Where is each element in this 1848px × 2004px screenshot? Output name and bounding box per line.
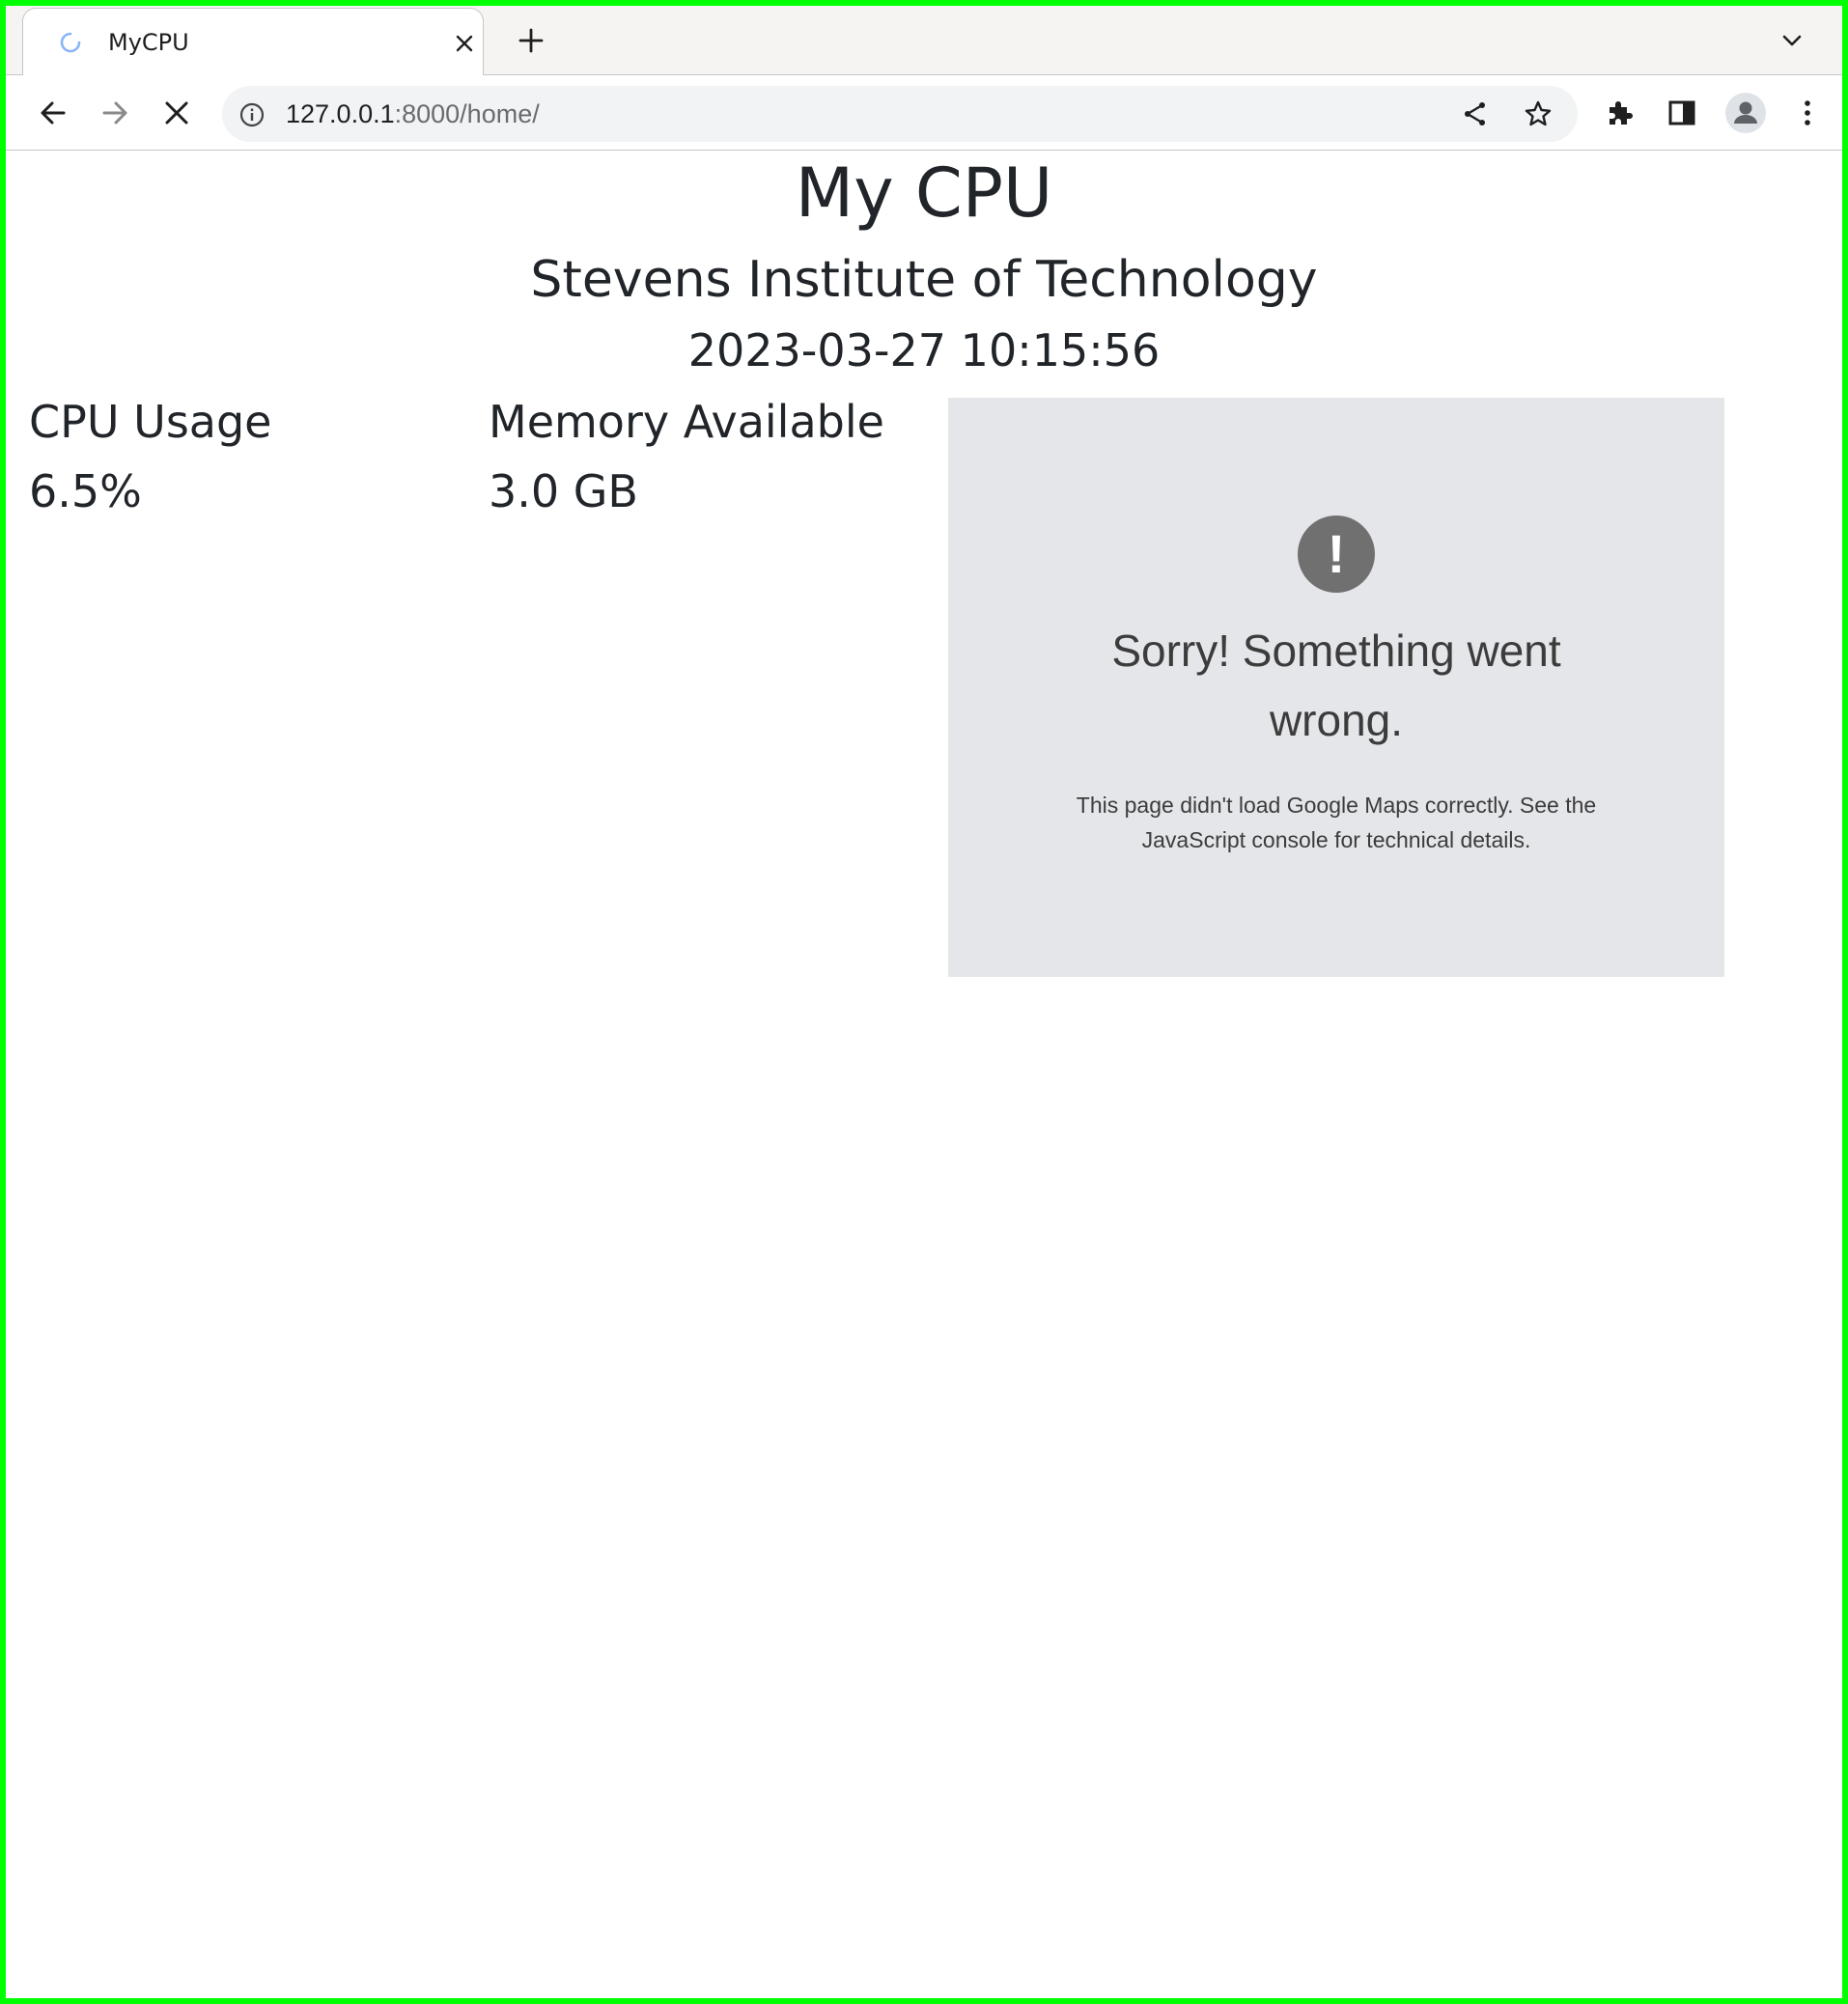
stop-loading-button[interactable] [159, 96, 194, 130]
page-subtitle: Stevens Institute of Technology [530, 251, 1318, 309]
browser-window: MyCPU 127.0.0.1:8000/home/ My CPU Steven… [0, 0, 1848, 2004]
map-error-detail: This page didn't load Google Maps correc… [1076, 793, 1597, 852]
back-button[interactable] [36, 96, 70, 130]
page-content: My CPU Stevens Institute of Technology 2… [6, 151, 1842, 1998]
url-path: :8000/home/ [394, 99, 540, 128]
browser-toolbar: 127.0.0.1:8000/home/ [6, 75, 1842, 151]
arrow-left-icon [41, 101, 66, 125]
side-panel-icon [1668, 100, 1695, 125]
google-map-container[interactable]: ! Sorry! Something went wrong. This page… [948, 398, 1724, 977]
memory-available-label: Memory Available [489, 396, 884, 448]
profile-button[interactable] [1724, 92, 1767, 134]
url-text[interactable]: 127.0.0.1:8000/home/ [286, 98, 540, 129]
page-timestamp: 2023-03-27 10:15:56 [687, 324, 1161, 376]
loading-spinner-icon [60, 32, 81, 53]
tab-close-icon[interactable] [453, 32, 476, 55]
info-icon[interactable] [239, 102, 265, 127]
tab-search-chevron-down-icon[interactable] [1780, 31, 1804, 50]
exclamation-icon: ! [1298, 515, 1375, 593]
share-icon[interactable] [1462, 100, 1489, 127]
browser-menu-button[interactable] [1790, 96, 1825, 130]
tab-mycpu[interactable]: MyCPU [22, 8, 484, 76]
cpu-usage-value: 6.5% [29, 465, 142, 517]
url-host: 127.0.0.1 [286, 99, 395, 128]
puzzle-icon [1610, 101, 1633, 125]
memory-available-value: 3.0 GB [489, 465, 638, 517]
forward-button[interactable] [98, 96, 132, 130]
close-icon [165, 101, 188, 125]
tab-title: MyCPU [108, 29, 189, 56]
bookmark-star-icon[interactable] [1524, 99, 1553, 128]
cpu-usage-label: CPU Usage [29, 396, 272, 448]
new-tab-plus-icon[interactable] [518, 27, 545, 54]
extensions-button[interactable] [1603, 96, 1638, 130]
side-panel-button[interactable] [1665, 96, 1699, 130]
kebab-menu-icon [1805, 100, 1810, 125]
page-title: My CPU [795, 153, 1053, 233]
arrow-right-icon [102, 101, 127, 125]
map-error-title: Sorry! Something went wrong. [1111, 626, 1561, 745]
avatar-icon [1725, 93, 1766, 133]
address-bar[interactable]: 127.0.0.1:8000/home/ [222, 86, 1578, 142]
tab-strip: MyCPU [6, 6, 1842, 76]
